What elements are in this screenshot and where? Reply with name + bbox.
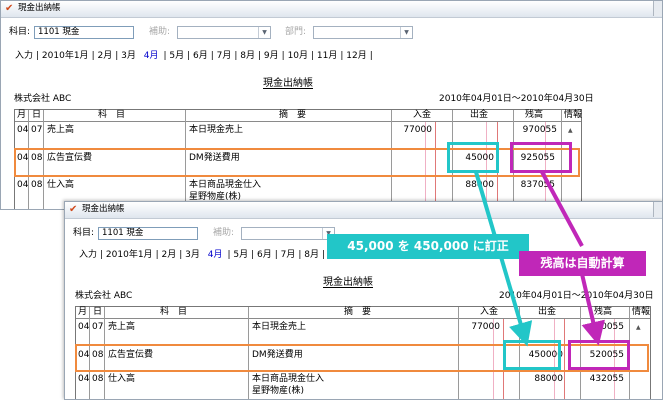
correction-callout: 45,000 を 450,000 に訂正 — [327, 234, 529, 259]
auto-calc-callout: 残高は自動計算 — [519, 251, 646, 276]
annotation-arrows — [474, 171, 605, 347]
magenta-arrow-line — [580, 273, 605, 346]
magenta-arrow-line — [540, 171, 584, 247]
